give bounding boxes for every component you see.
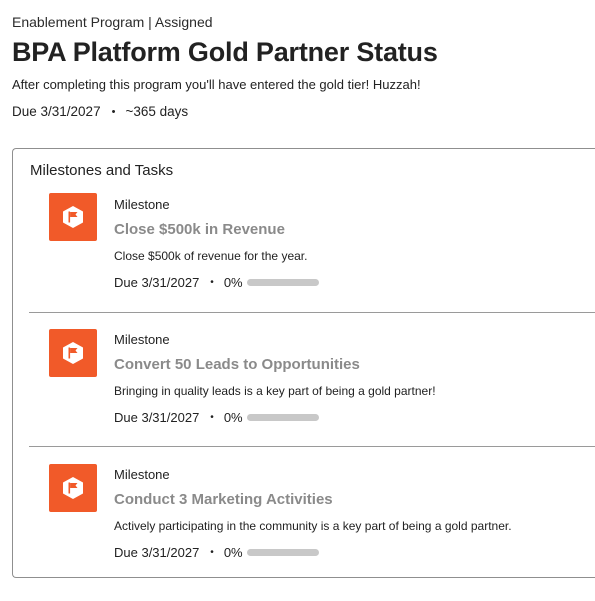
milestone-due-date: Due 3/31/2027 [114,410,200,425]
program-meta: Due 3/31/2027 • ~365 days [12,104,188,119]
milestone-kind: Milestone [114,197,170,212]
milestone-meta: Due 3/31/2027 • 0% [114,410,319,425]
program-page: Enablement Program | Assigned BPA Platfo… [0,0,595,601]
flag-icon [49,464,97,512]
milestone-progress-label: 0% [223,410,243,425]
meta-separator: • [210,277,214,288]
meta-separator: • [210,412,214,423]
milestone-due-date: Due 3/31/2027 [114,275,200,290]
page-title: BPA Platform Gold Partner Status [12,37,438,67]
meta-separator: • [111,105,116,118]
program-due-date: Due 3/31/2027 [12,104,101,119]
milestone-due-date: Due 3/31/2027 [114,545,200,560]
flag-icon [49,329,97,377]
milestone-progress-bar [246,279,319,286]
program-duration: ~365 days [125,104,189,119]
milestone-description: Close $500k of revenue for the year. [114,249,308,263]
breadcrumb: Enablement Program | Assigned [12,14,213,30]
milestone-description: Actively participating in the community … [114,519,512,533]
milestone-item: Milestone Close $500k in Revenue Close $… [29,177,595,312]
milestones-card: Milestones and Tasks Milestone Close $50… [12,148,595,578]
milestone-item: Milestone Conduct 3 Marketing Activities… [29,446,595,581]
milestone-kind: Milestone [114,332,170,347]
milestone-progress-label: 0% [223,275,243,290]
milestone-meta: Due 3/31/2027 • 0% [114,275,319,290]
flag-icon [49,193,97,241]
meta-separator: • [210,547,214,558]
milestone-progress-bar [246,549,319,556]
milestone-title-link[interactable]: Convert 50 Leads to Opportunities [114,356,360,373]
program-description: After completing this program you'll hav… [12,77,421,92]
milestone-title-link[interactable]: Close $500k in Revenue [114,221,285,238]
milestone-progress-bar [246,414,319,421]
milestone-description: Bringing in quality leads is a key part … [114,384,436,398]
milestone-progress-label: 0% [223,545,243,560]
milestone-item: Milestone Convert 50 Leads to Opportunit… [29,312,595,447]
milestone-meta: Due 3/31/2027 • 0% [114,545,319,560]
milestone-title-link[interactable]: Conduct 3 Marketing Activities [114,491,333,508]
milestone-kind: Milestone [114,467,170,482]
